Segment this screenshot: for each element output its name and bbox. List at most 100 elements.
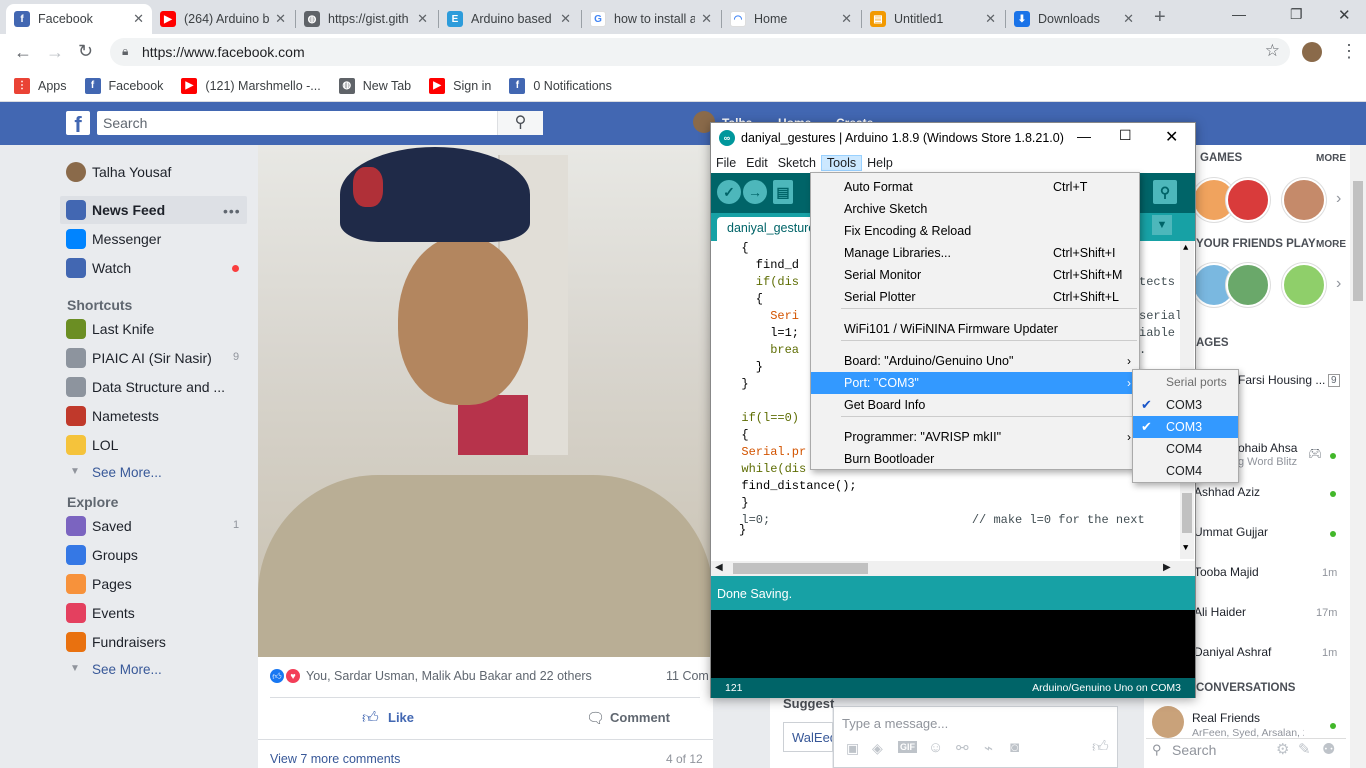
more-options-icon[interactable]: •••: [223, 203, 241, 219]
comment-icon[interactable]: 🗨︎: [586, 709, 605, 727]
nav-item-nametests[interactable]: Nametests: [66, 404, 159, 428]
emoji-icon[interactable]: ☺: [928, 739, 943, 756]
browser-tab[interactable]: f Facebook ✕: [6, 4, 152, 34]
address-bar[interactable]: 🔒︎ https://www.facebook.com ☆: [110, 38, 1290, 66]
payment-icon[interactable]: ⚯: [956, 739, 969, 757]
forward-icon[interactable]: →: [46, 42, 64, 63]
game-thumbnail[interactable]: [1226, 263, 1270, 307]
tools-menu-item[interactable]: Board: "Arduino/Genuino Uno" ›: [811, 350, 1139, 372]
menu-sketch[interactable]: Sketch: [773, 156, 821, 170]
contact-name[interactable]: Ummat Gujjar: [1194, 525, 1268, 539]
see-more-explore[interactable]: See More...: [92, 662, 162, 677]
close-tab-icon[interactable]: ✕: [841, 11, 852, 27]
tab-menu-dropdown-icon[interactable]: ▼: [1152, 215, 1172, 235]
serial-monitor-icon[interactable]: ⚲: [1153, 180, 1177, 204]
scroll-up-icon[interactable]: ▲: [1183, 243, 1188, 253]
port-item[interactable]: ✔ COM3: [1133, 394, 1238, 416]
browser-tab[interactable]: ⬇ Downloads ✕: [1006, 4, 1142, 34]
user-avatar[interactable]: [66, 162, 86, 182]
nav-item-pages[interactable]: Pages: [66, 572, 132, 596]
nav-item-saved[interactable]: Saved 1: [66, 514, 239, 538]
star-icon[interactable]: ☆: [1265, 41, 1280, 61]
facebook-logo[interactable]: f: [66, 111, 90, 137]
group-add-icon[interactable]: ⚉: [1322, 740, 1335, 758]
port-item[interactable]: COM4: [1133, 460, 1238, 482]
reactions-text[interactable]: You, Sardar Usman, Malik Abu Bakar and 2…: [306, 669, 592, 683]
restore-icon[interactable]: ❐: [1290, 6, 1303, 23]
close-tab-icon[interactable]: ✕: [560, 11, 571, 27]
bookmark-item[interactable]: f Facebook: [84, 77, 163, 94]
nav-item-data-structure-and[interactable]: Data Structure and ...: [66, 375, 225, 399]
like-icon[interactable]: 👍︎: [362, 709, 379, 728]
nav-item-groups[interactable]: Groups: [66, 543, 138, 567]
chevron-right-icon[interactable]: ›: [1336, 190, 1341, 208]
suggest-item[interactable]: WalEed: [783, 722, 833, 752]
maximize-icon[interactable]: ☐: [1119, 127, 1132, 144]
menu-edit[interactable]: Edit: [741, 156, 773, 170]
chevron-right-icon[interactable]: ›: [1336, 275, 1341, 293]
browser-tab[interactable]: ◠ Home ✕: [722, 4, 860, 34]
bookmark-item[interactable]: ◍ New Tab: [338, 77, 411, 94]
horizontal-scrollbar[interactable]: ◀ ▶: [711, 561, 1195, 576]
minimize-icon[interactable]: —: [1232, 6, 1246, 22]
camera-icon[interactable]: ◙: [1010, 739, 1019, 756]
sketch-tab[interactable]: daniyal_gestures: [717, 217, 817, 241]
browser-tab[interactable]: ▤ Untitled1 ✕: [862, 4, 1004, 34]
scroll-right-icon[interactable]: ▶: [1163, 562, 1171, 573]
menu-kebab-icon[interactable]: ⋮: [1340, 41, 1358, 62]
contact-name[interactable]: ohaib Ahsa: [1238, 441, 1297, 455]
close-tab-icon[interactable]: ✕: [701, 11, 712, 27]
games-more-link[interactable]: MORE: [1316, 153, 1346, 164]
tools-menu-item[interactable]: Manage Libraries... Ctrl+Shift+I: [811, 242, 1139, 264]
nav-item-news-feed[interactable]: News Feed: [66, 198, 165, 222]
game-thumbnail[interactable]: [1282, 178, 1326, 222]
nav-item-last-knife[interactable]: Last Knife: [66, 317, 154, 341]
browser-tab[interactable]: ◍ https://gist.gith ✕: [296, 4, 436, 34]
friends-play-more-link[interactable]: MORE: [1316, 239, 1346, 250]
close-icon[interactable]: ✕: [1165, 127, 1178, 147]
nav-item-watch[interactable]: Watch: [66, 256, 131, 280]
see-more-shortcuts[interactable]: See More...: [92, 465, 162, 480]
nav-item-messenger[interactable]: Messenger: [66, 227, 161, 251]
browser-tab[interactable]: E Arduino based ✕: [439, 4, 579, 34]
gif-icon[interactable]: GIF: [898, 741, 917, 753]
browser-tab[interactable]: Ghow to install a ✕: [582, 4, 720, 34]
verify-icon[interactable]: ✓: [717, 180, 741, 204]
nav-item-events[interactable]: Events: [66, 601, 135, 625]
view-more-comments-link[interactable]: View 7 more comments: [270, 752, 400, 766]
nav-item-fundraisers[interactable]: Fundraisers: [66, 630, 166, 654]
contact-name[interactable]: Daniyal Ashraf: [1194, 645, 1271, 659]
like-button[interactable]: Like: [388, 710, 414, 725]
tools-menu-item[interactable]: Serial Plotter Ctrl+Shift+L: [811, 286, 1139, 308]
contact-name[interactable]: Ali Haider: [1194, 605, 1246, 619]
scroll-left-icon[interactable]: ◀: [715, 562, 723, 573]
search-icon[interactable]: ⚲: [497, 111, 543, 135]
scrollbar-thumb[interactable]: [733, 563, 868, 574]
port-item[interactable]: ✔ COM3: [1133, 416, 1238, 438]
page-scrollbar[interactable]: [1350, 145, 1366, 768]
back-icon[interactable]: ←: [14, 42, 32, 63]
nav-item-piaic-ai-sir-nasir[interactable]: PIAIC AI (Sir Nasir) 9: [66, 346, 239, 370]
bookmark-item[interactable]: ⋮ Apps: [14, 77, 67, 94]
photo-icon[interactable]: ▣: [846, 740, 859, 757]
tools-menu-item[interactable]: Port: "COM3" ›: [811, 372, 1139, 394]
contact-name[interactable]: Tooba Majid: [1194, 565, 1259, 579]
comment-button[interactable]: Comment: [610, 710, 670, 725]
bookmark-item[interactable]: f 0 Notifications: [509, 77, 612, 94]
close-window-icon[interactable]: ✕: [1338, 6, 1351, 24]
conversation-name[interactable]: Real Friends: [1192, 711, 1260, 725]
tools-menu-item[interactable]: Serial Monitor Ctrl+Shift+M: [811, 264, 1139, 286]
close-tab-icon[interactable]: ✕: [275, 11, 286, 27]
profile-avatar[interactable]: [1302, 42, 1322, 62]
comments-count[interactable]: 11 Com: [666, 669, 709, 683]
sticker-icon[interactable]: ◈: [872, 740, 883, 757]
close-tab-icon[interactable]: ✕: [133, 11, 144, 27]
tools-menu-item[interactable]: Get Board Info: [811, 394, 1139, 416]
page-item[interactable]: Farsi Housing ...: [1238, 373, 1325, 387]
tools-menu-item[interactable]: Programmer: "AVRISP mkII" ›: [811, 426, 1139, 448]
menu-tools[interactable]: Tools: [820, 155, 863, 171]
browser-tab[interactable]: ▶ (264) Arduino b ✕: [152, 4, 294, 34]
game-thumbnail[interactable]: [1282, 263, 1326, 307]
close-tab-icon[interactable]: ✕: [417, 11, 428, 27]
minimize-icon[interactable]: —: [1077, 128, 1091, 144]
